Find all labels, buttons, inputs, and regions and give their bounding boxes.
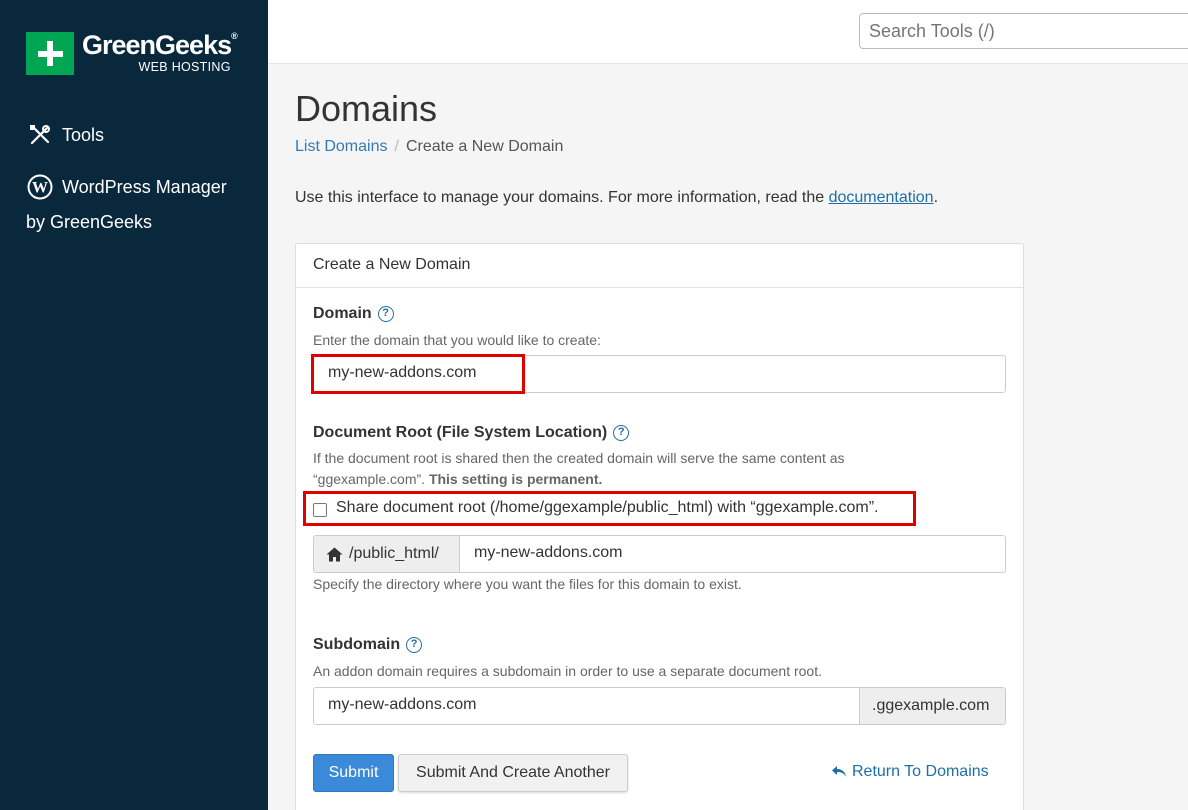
domain-label: Domain? <box>313 305 394 323</box>
domain-description: Enter the domain that you would like to … <box>313 332 601 348</box>
subdomain-label-text: Subdomain <box>313 636 401 653</box>
document-root-hint: Specify the directory where you want the… <box>313 576 742 592</box>
panel-title: Create a New Domain <box>296 244 1023 288</box>
subdomain-suffix: .ggexample.com <box>859 687 1006 725</box>
svg-text:W: W <box>32 180 48 197</box>
greengeeks-logo[interactable]: GreenGeeks® WEB HOSTING <box>26 30 238 75</box>
logo-subtitle: WEB HOSTING <box>138 60 231 74</box>
sidebar-item-label: Tools <box>62 124 105 145</box>
document-root-prefix-text: /public_html/ <box>349 545 439 562</box>
logo-name: GreenGeeks <box>82 30 232 60</box>
home-icon <box>326 547 343 561</box>
intro-period: . <box>933 189 939 206</box>
intro-text: Use this interface to manage your domain… <box>295 189 938 207</box>
tools-icon <box>26 122 54 148</box>
breadcrumb-list-domains-link[interactable]: List Domains <box>295 138 387 155</box>
breadcrumb: List Domains / Create a New Domain <box>295 138 563 156</box>
return-to-domains-link[interactable]: Return To Domains <box>831 763 989 781</box>
breadcrumb-current: Create a New Domain <box>405 138 564 155</box>
search-tools-input[interactable] <box>859 13 1188 49</box>
wordpress-icon: W <box>26 174 54 200</box>
domain-help-icon[interactable]: ? <box>377 306 394 322</box>
document-root-permanent-note: This setting is permanent. <box>428 471 603 487</box>
document-root-label: Document Root (File System Location)? <box>313 424 630 442</box>
subdomain-description: An addon domain requires a subdomain in … <box>313 663 822 679</box>
sidebar-item-tools[interactable]: Tools <box>26 122 104 148</box>
undo-arrow-icon <box>832 766 846 777</box>
domain-highlight-box <box>311 354 525 394</box>
document-root-help-icon[interactable]: ? <box>613 425 630 441</box>
return-to-domains-label: Return To Domains <box>852 763 989 780</box>
page-title: Domains <box>295 88 438 129</box>
plus-logo-icon <box>26 32 74 75</box>
document-root-prefix: /public_html/ <box>313 535 460 573</box>
sidebar: GreenGeeks® WEB HOSTING Tools W WordPres… <box>0 0 268 810</box>
documentation-link[interactable]: documentation <box>829 189 934 206</box>
sidebar-item-sublabel[interactable]: by GreenGeeks <box>26 212 152 233</box>
submit-button[interactable]: Submit <box>313 754 394 792</box>
submit-and-create-another-button[interactable]: Submit And Create Another <box>398 754 628 792</box>
subdomain-label: Subdomain? <box>313 636 423 654</box>
document-root-description: If the document root is shared then the … <box>313 448 913 490</box>
subdomain-input[interactable]: my-new-addons.com <box>313 687 860 725</box>
document-root-label-text: Document Root (File System Location) <box>313 424 608 441</box>
domain-label-text: Domain <box>313 305 372 322</box>
document-root-input[interactable]: my-new-addons.com <box>459 535 1006 573</box>
share-root-highlight-box <box>303 491 916 526</box>
create-domain-panel: Create a New Domain Domain? Enter the do… <box>295 243 1024 810</box>
breadcrumb-separator: / <box>394 138 399 155</box>
top-bar <box>268 0 1188 64</box>
subdomain-help-icon[interactable]: ? <box>406 637 423 653</box>
logo-registered: ® <box>231 31 238 41</box>
sidebar-item-label: WordPress Manager <box>62 176 227 197</box>
sidebar-item-wordpress-manager[interactable]: W WordPress Manager <box>26 174 227 200</box>
intro-sentence: Use this interface to manage your domain… <box>295 189 829 206</box>
